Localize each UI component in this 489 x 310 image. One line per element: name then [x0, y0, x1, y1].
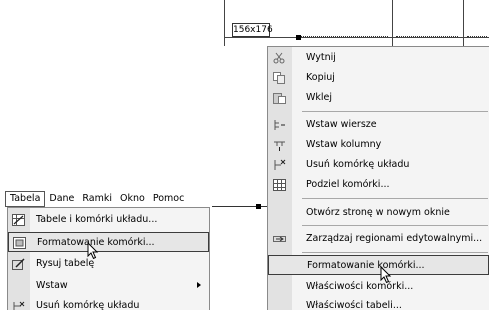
- menu-item-delete-layout-cell[interactable]: Usuń komórkę układu: [8, 296, 209, 310]
- menubar-item-okno[interactable]: Okno: [116, 191, 149, 207]
- layout-guide-line: [463, 0, 464, 46]
- table-layout-icon: [12, 214, 25, 226]
- context-item-split-cells[interactable]: Podziel komórki...: [268, 175, 489, 195]
- context-item-insert-rows[interactable]: Wstaw wiersze: [268, 115, 489, 135]
- menu-item-format-cell[interactable]: Formatowanie komórki...: [8, 232, 209, 252]
- menu-item-label: Wstaw: [36, 280, 68, 291]
- context-item-manage-editable-regions[interactable]: Zarządzaj regionami edytowalnymi...: [268, 229, 489, 249]
- table-dropdown-menu: Tabele i komórki układu... Formatowanie …: [7, 207, 210, 310]
- context-item-cut[interactable]: Wytnij: [268, 48, 489, 68]
- menu-item-label: Wstaw kolumny: [306, 139, 382, 150]
- cell-border-dotted: [396, 36, 458, 37]
- mouse-pointer-icon: [87, 242, 99, 260]
- context-item-paste[interactable]: Wklej: [268, 88, 489, 108]
- format-cell-icon: [13, 237, 26, 249]
- mouse-pointer-icon: [380, 266, 392, 284]
- context-item-delete-layout-cell[interactable]: Usuń komórkę układu: [268, 155, 489, 175]
- menu-item-table-and-layout-cells[interactable]: Tabele i komórki układu...: [8, 210, 209, 230]
- menu-separator: [302, 198, 488, 199]
- context-menu: Wytnij Kopiuj Wklej Wstaw wiersze Wstaw …: [267, 46, 489, 310]
- split-cells-icon: [273, 179, 286, 191]
- insert-columns-icon: [273, 139, 286, 151]
- context-item-table-properties[interactable]: Właściwości tabeli...: [268, 296, 489, 310]
- menu-item-label: Podziel komórki...: [306, 179, 390, 190]
- cell-border-dotted: [300, 36, 388, 37]
- resize-handle[interactable]: [256, 204, 261, 209]
- menu-separator: [302, 252, 488, 253]
- resize-handle[interactable]: [296, 35, 301, 40]
- layout-guide-line: [224, 0, 225, 46]
- submenu-arrow-icon: [197, 282, 201, 288]
- context-item-cell-properties[interactable]: Właściwości komórki...: [268, 277, 489, 297]
- delete-layout-cell-icon: [273, 159, 286, 171]
- menu-separator: [302, 111, 488, 112]
- context-item-format-cell[interactable]: Formatowanie komórki...: [268, 255, 489, 275]
- draw-table-icon: [12, 258, 25, 270]
- menu-item-label: Właściwości tabeli...: [306, 300, 402, 310]
- menu-item-label: Właściwości komórki...: [306, 281, 414, 292]
- menubar-item-ramki[interactable]: Ramki: [78, 191, 116, 207]
- paste-icon: [273, 92, 286, 104]
- menu-item-label: Wytnij: [306, 52, 336, 63]
- menu-separator: [302, 225, 488, 226]
- cell-border-dotted: [467, 36, 487, 37]
- layout-cell-border: [212, 206, 272, 207]
- menu-bar: Tabela Dane Ramki Okno Pomoc: [5, 191, 210, 207]
- context-item-insert-columns[interactable]: Wstaw kolumny: [268, 135, 489, 155]
- menu-item-label: Tabele i komórki układu...: [36, 214, 158, 225]
- scissors-icon: [273, 52, 286, 64]
- table-menu-window: Tabela Dane Ramki Okno Pomoc Tabele i ko…: [5, 191, 210, 310]
- menu-item-label: Otwórz stronę w nowym oknie: [306, 207, 450, 218]
- menu-item-label: Usuń komórkę układu: [36, 300, 140, 310]
- menu-item-label: Zarządzaj regionami edytowalnymi...: [306, 233, 483, 244]
- copy-icon: [273, 72, 286, 84]
- editable-regions-icon: [273, 233, 286, 245]
- delete-layout-cell-icon: [12, 300, 25, 310]
- menu-item-label: Wklej: [306, 92, 333, 103]
- menu-item-label: Wstaw wiersze: [306, 119, 377, 130]
- menu-item-label: Usuń komórkę układu: [306, 159, 410, 170]
- cell-size-label: 156x176: [232, 23, 273, 37]
- menubar-item-dane[interactable]: Dane: [45, 191, 78, 207]
- menubar-item-pomoc[interactable]: Pomoc: [149, 191, 189, 207]
- context-item-open-page-new-window[interactable]: Otwórz stronę w nowym oknie: [268, 203, 489, 223]
- menu-item-label: Formatowanie komórki...: [307, 260, 425, 271]
- menu-item-insert-submenu[interactable]: Wstaw: [8, 276, 209, 296]
- layout-cell-border: [224, 37, 489, 38]
- menu-item-label: Rysuj tabelę: [36, 258, 95, 269]
- insert-rows-icon: [273, 119, 286, 131]
- context-item-copy[interactable]: Kopiuj: [268, 68, 489, 88]
- menu-item-label: Kopiuj: [306, 72, 335, 83]
- layout-guide-line: [392, 0, 393, 46]
- menu-item-draw-table[interactable]: Rysuj tabelę: [8, 254, 209, 274]
- menubar-item-tabela[interactable]: Tabela: [5, 191, 46, 207]
